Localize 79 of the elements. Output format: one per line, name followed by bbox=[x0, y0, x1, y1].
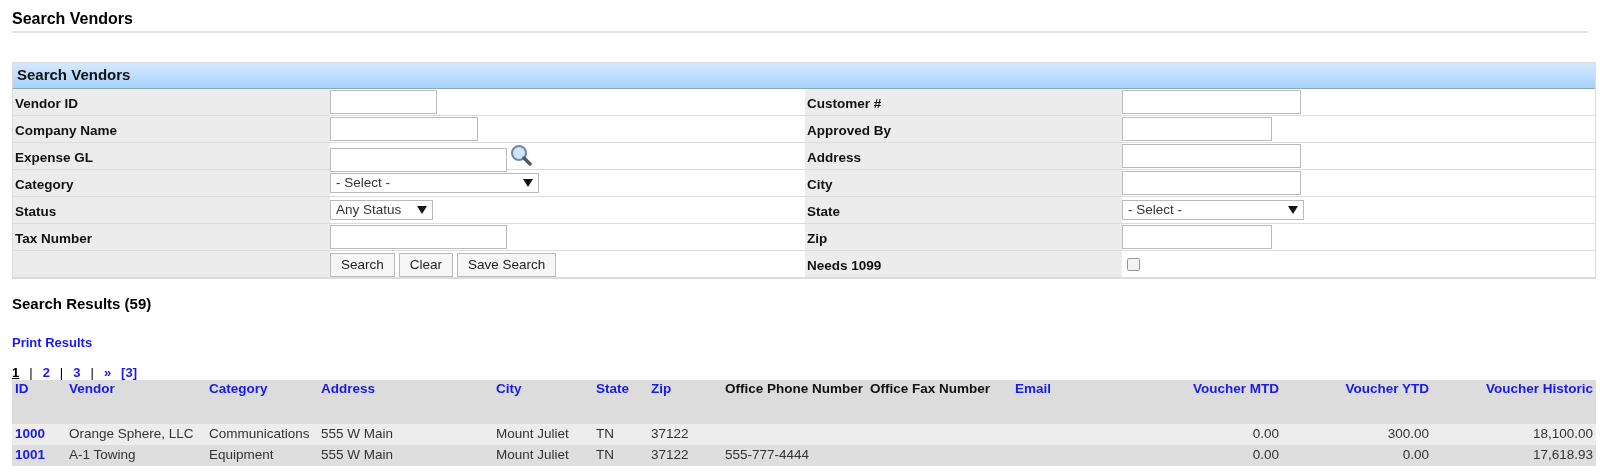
table-cell: 555-777-4444 bbox=[725, 446, 810, 462]
text-field[interactable] bbox=[330, 225, 507, 249]
table-cell: 0.00 bbox=[1402, 446, 1429, 462]
vendor-id-link[interactable]: 1001 bbox=[15, 446, 46, 462]
table-cell: Equipment bbox=[209, 446, 274, 462]
column-sort-link[interactable]: Address bbox=[321, 380, 376, 396]
vendor-id-link[interactable]: 1000 bbox=[15, 425, 46, 441]
field-label: City bbox=[807, 177, 833, 192]
field-label: Status bbox=[15, 204, 57, 219]
field-label: Address bbox=[807, 150, 862, 165]
checkbox[interactable] bbox=[1127, 258, 1140, 271]
table-cell: TN bbox=[596, 446, 614, 462]
column-sort-link[interactable]: Voucher Historic bbox=[1485, 380, 1593, 396]
column-sort-link[interactable]: Zip bbox=[651, 380, 672, 396]
form-button[interactable]: Clear bbox=[398, 253, 454, 277]
field-label: Category bbox=[15, 177, 74, 192]
print-results-link[interactable]: Print Results bbox=[12, 334, 93, 350]
column-sort-link[interactable]: City bbox=[496, 380, 522, 396]
separator: | bbox=[29, 365, 33, 380]
text-field[interactable] bbox=[1122, 144, 1301, 168]
separator: | bbox=[59, 365, 64, 380]
text-field[interactable] bbox=[1122, 90, 1301, 114]
table-cell: Mount Juliet bbox=[496, 446, 569, 462]
column-sort-link[interactable]: Voucher YTD bbox=[1345, 380, 1429, 396]
table-cell: 555 W Main bbox=[321, 446, 394, 462]
caret-icon bbox=[417, 206, 427, 214]
dropdown[interactable]: - Select - bbox=[330, 173, 539, 193]
table-cell: 18,100.00 bbox=[1532, 425, 1593, 441]
caret-icon bbox=[523, 179, 533, 187]
magnifier-icon[interactable] bbox=[510, 144, 532, 166]
column-header: Office Fax Number bbox=[870, 380, 991, 396]
table-cell: 555 W Main bbox=[321, 425, 394, 441]
field-label: Zip bbox=[807, 231, 828, 246]
page-link[interactable]: [3] bbox=[121, 365, 137, 380]
field-label: Tax Number bbox=[15, 231, 93, 246]
table-cell: Orange Sphere, LLC bbox=[69, 425, 194, 441]
table-cell: TN bbox=[596, 425, 614, 441]
dropdown[interactable]: - Select - bbox=[1122, 200, 1304, 220]
table-cell: 17,618.93 bbox=[1532, 446, 1593, 462]
field-label: Approved By bbox=[807, 123, 891, 138]
form-button[interactable]: Save Search bbox=[457, 253, 557, 277]
page-link[interactable]: 2 bbox=[42, 365, 50, 380]
caret-icon bbox=[1288, 206, 1298, 214]
text-field[interactable] bbox=[330, 117, 478, 141]
field-label: Needs 1099 bbox=[807, 258, 882, 273]
results-heading: Search Results (59) bbox=[12, 294, 152, 314]
table-cell: 37122 bbox=[651, 425, 689, 441]
table-cell: 0.00 bbox=[1252, 425, 1279, 441]
separator: | bbox=[90, 365, 94, 380]
page-link[interactable]: 3 bbox=[73, 365, 81, 380]
field-label: Company Name bbox=[15, 123, 118, 138]
column-sort-link[interactable]: ID bbox=[15, 380, 29, 396]
field-label: Customer # bbox=[807, 96, 882, 111]
text-field[interactable] bbox=[330, 90, 437, 114]
text-field[interactable] bbox=[1122, 171, 1301, 195]
column-sort-link[interactable]: Voucher MTD bbox=[1193, 380, 1279, 396]
text-field[interactable] bbox=[1122, 117, 1272, 141]
column-sort-link[interactable]: Email bbox=[1015, 380, 1052, 396]
field-label: Expense GL bbox=[15, 150, 94, 165]
column-sort-link[interactable]: Category bbox=[209, 380, 268, 396]
table-cell: Communications bbox=[209, 425, 310, 441]
form-button[interactable]: Search bbox=[330, 253, 395, 277]
panel-title: Search Vendors bbox=[17, 65, 131, 86]
text-field[interactable] bbox=[330, 148, 507, 172]
table-cell: 0.00 bbox=[1252, 446, 1279, 462]
table-cell: 300.00 bbox=[1387, 425, 1429, 441]
field-label: Vendor ID bbox=[15, 96, 78, 111]
field-label: State bbox=[807, 204, 840, 219]
table-cell: Mount Juliet bbox=[496, 425, 569, 441]
page-title: Search Vendors bbox=[12, 9, 133, 29]
table-cell: 37122 bbox=[651, 446, 689, 462]
text-field[interactable] bbox=[1122, 225, 1272, 249]
page-link[interactable]: » bbox=[103, 365, 112, 380]
column-header: Office Phone Number bbox=[725, 380, 864, 396]
table-cell: A-1 Towing bbox=[69, 446, 136, 462]
current-page: 1 bbox=[12, 365, 20, 380]
column-sort-link[interactable]: Vendor bbox=[69, 380, 115, 396]
column-sort-link[interactable]: State bbox=[596, 380, 629, 396]
dropdown[interactable]: Any Status bbox=[330, 200, 433, 220]
